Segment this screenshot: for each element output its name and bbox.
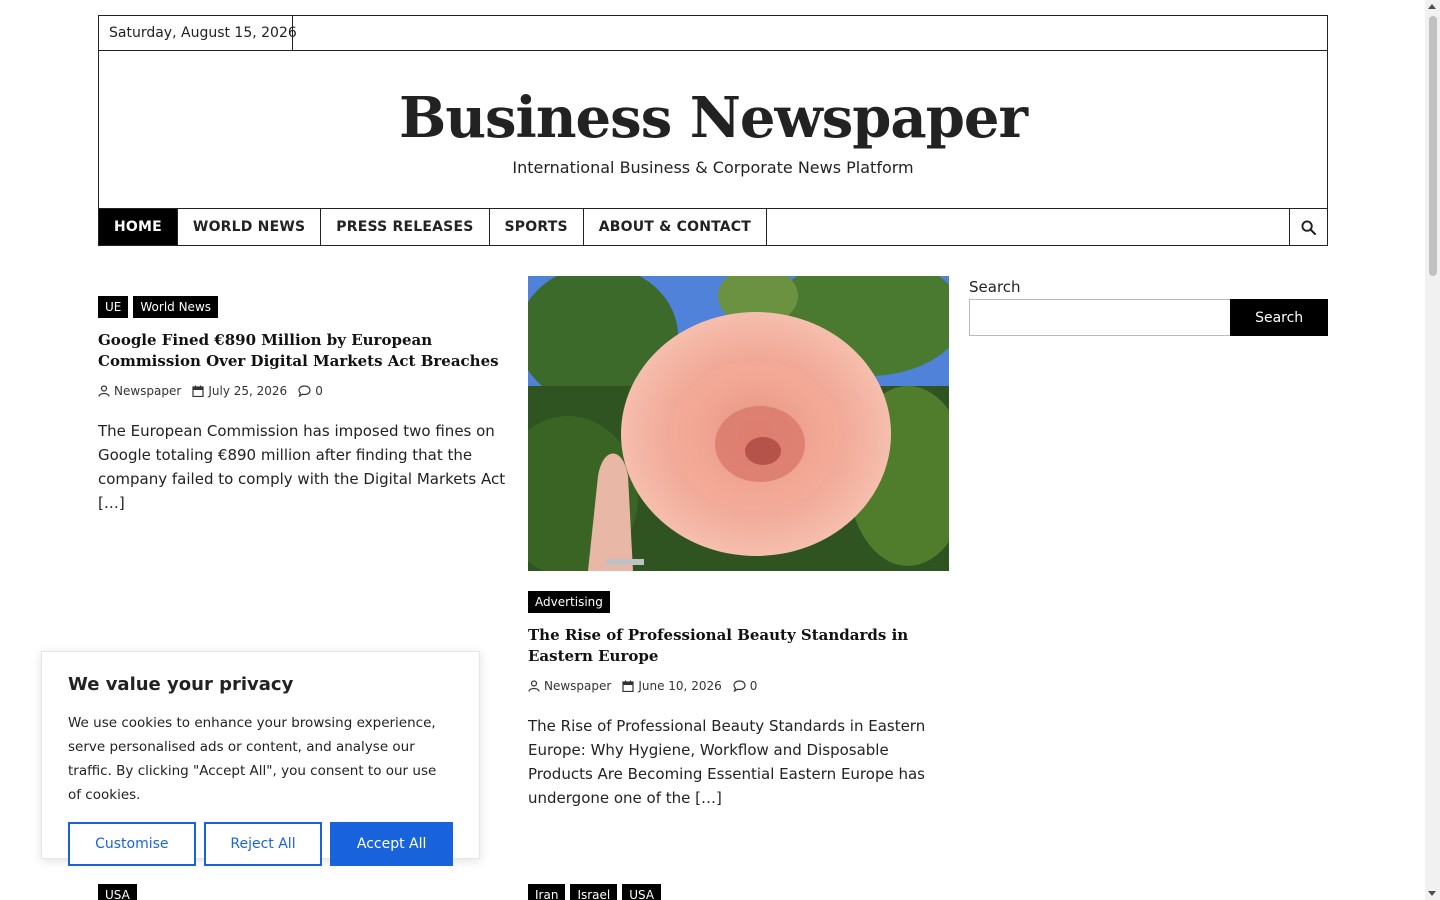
tag-world-news[interactable]: World News xyxy=(133,296,219,318)
main-nav: HOME WORLD NEWS PRESS RELEASES SPORTS AB… xyxy=(98,208,1328,246)
page-scrollbar[interactable] xyxy=(1425,0,1440,900)
article-date[interactable]: July 25, 2026 xyxy=(192,384,287,398)
article-card: Advertising The Rise of Professional Bea… xyxy=(528,276,949,810)
nav-item-world-news[interactable]: WORLD NEWS xyxy=(178,209,322,245)
cookie-consent-banner: We value your privacy We use cookies to … xyxy=(41,651,480,866)
nav-item-sports[interactable]: SPORTS xyxy=(490,209,584,245)
article-excerpt: The Rise of Professional Beauty Standard… xyxy=(528,717,926,807)
nav-item-home[interactable]: HOME xyxy=(99,209,178,245)
nav-item-press-releases[interactable]: PRESS RELEASES xyxy=(321,209,490,245)
comment-icon xyxy=(733,680,746,692)
comment-count: 0 xyxy=(315,384,323,398)
tag-iran[interactable]: Iran xyxy=(528,884,566,900)
article-meta: Newspaper July 25, 2026 0 xyxy=(98,382,508,400)
cookie-buttons: Customise Reject All Accept All xyxy=(68,822,453,866)
search-form: Search xyxy=(969,299,1328,336)
scroll-up-arrow-icon[interactable] xyxy=(1428,4,1436,9)
user-icon xyxy=(98,385,110,397)
customise-button[interactable]: Customise xyxy=(68,822,196,866)
calendar-icon xyxy=(192,385,204,397)
article-card: USA xyxy=(98,884,137,900)
site-tagline: International Business & Corporate News … xyxy=(512,158,914,177)
article-tags: Advertising xyxy=(528,591,949,613)
tag-usa[interactable]: USA xyxy=(622,884,662,900)
author-name: Newspaper xyxy=(544,679,612,693)
article-image[interactable] xyxy=(528,276,949,571)
scrollbar-thumb[interactable] xyxy=(1429,16,1437,276)
tag-ue[interactable]: UE xyxy=(98,296,129,318)
cookie-text: We use cookies to enhance your browsing … xyxy=(68,715,437,803)
site-header: Business Newspaper International Busines… xyxy=(98,50,1328,209)
site-title[interactable]: Business Newspaper xyxy=(99,86,1327,150)
article-title[interactable]: Google Fined €890 Million by European Co… xyxy=(98,330,508,372)
comment-icon xyxy=(298,385,311,397)
search-button[interactable]: Search xyxy=(1230,299,1328,336)
article-card: Iran Israel USA xyxy=(528,884,662,900)
article-date[interactable]: June 10, 2026 xyxy=(622,679,722,693)
rose-photo xyxy=(528,276,949,571)
article-tags: USA xyxy=(98,884,137,900)
accept-all-button[interactable]: Accept All xyxy=(330,822,453,866)
comment-count: 0 xyxy=(749,679,758,693)
top-bar: Saturday, August 15, 2026 xyxy=(98,15,1328,51)
tag-advertising[interactable]: Advertising xyxy=(528,591,610,613)
calendar-icon xyxy=(622,680,634,692)
article-tags: UE World News xyxy=(98,296,508,318)
cookie-title: We value your privacy xyxy=(68,674,294,695)
search-label: Search xyxy=(969,278,1021,296)
date-text: June 10, 2026 xyxy=(638,679,722,693)
scroll-down-arrow-icon[interactable] xyxy=(1428,891,1436,896)
author-name: Newspaper xyxy=(114,384,182,398)
tag-usa[interactable]: USA xyxy=(98,884,137,900)
nav-item-about-contact[interactable]: ABOUT & CONTACT xyxy=(584,209,768,245)
article-tags: Iran Israel USA xyxy=(528,884,662,900)
article-author[interactable]: Newspaper xyxy=(528,679,611,693)
user-icon xyxy=(528,680,540,692)
article-comments[interactable]: 0 xyxy=(733,679,758,693)
article-author[interactable]: Newspaper xyxy=(98,384,181,398)
article-card: UE World News Google Fined €890 Million … xyxy=(98,296,508,515)
current-date: Saturday, August 15, 2026 xyxy=(99,16,297,50)
date-text: July 25, 2026 xyxy=(208,384,288,398)
tag-israel[interactable]: Israel xyxy=(570,884,618,900)
search-input[interactable] xyxy=(969,299,1231,336)
article-comments[interactable]: 0 xyxy=(298,384,323,398)
article-title[interactable]: The Rise of Professional Beauty Standard… xyxy=(528,625,949,667)
sidebar-search-widget: Search Search xyxy=(969,278,1328,336)
article-excerpt: The European Commission has imposed two … xyxy=(98,422,506,512)
article-meta: Newspaper June 10, 2026 0 xyxy=(528,677,949,695)
search-icon xyxy=(1301,219,1316,235)
reject-all-button[interactable]: Reject All xyxy=(203,822,323,866)
nav-search-button[interactable] xyxy=(1289,209,1327,245)
